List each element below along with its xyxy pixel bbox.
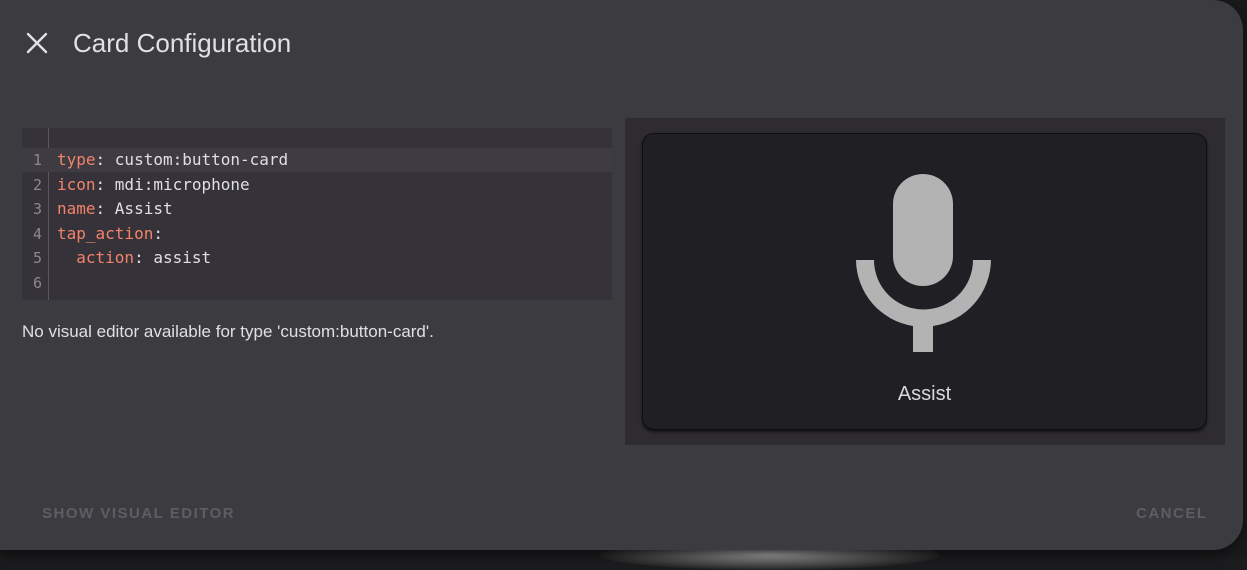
line-number: 4 <box>32 224 42 243</box>
assist-button-card[interactable]: Assist <box>642 133 1207 430</box>
code-line[interactable]: 4 tap_action: <box>22 222 612 246</box>
yaml-separator: : <box>95 199 115 218</box>
yaml-key: action <box>76 248 135 267</box>
yaml-separator: : <box>95 150 115 169</box>
card-configuration-dialog: Card Configuration 1 type: custom:button-… <box>0 0 1243 550</box>
code-text: icon: mdi:microphone <box>57 173 250 197</box>
line-number: 6 <box>32 273 42 292</box>
code-text: action: assist <box>57 246 211 270</box>
microphone-icon <box>856 174 991 352</box>
line-number: 2 <box>32 175 42 194</box>
yaml-value: assist <box>153 248 212 267</box>
code-line[interactable]: 5 action: assist <box>22 246 612 270</box>
code-line[interactable]: 6 <box>22 271 612 295</box>
yaml-key: type <box>57 150 96 169</box>
yaml-value: custom:button-card <box>114 150 289 169</box>
code-text: tap_action: <box>57 222 163 246</box>
dialog-header: Card Configuration <box>0 0 1243 88</box>
yaml-key: tap_action <box>57 223 154 243</box>
cancel-button[interactable]: CANCEL <box>1136 505 1208 522</box>
yaml-key: name <box>57 199 96 218</box>
code-text: type: custom:button-card <box>57 148 288 172</box>
yaml-code-editor[interactable]: 1 type: custom:button-card 2 icon: mdi:micr… <box>22 128 612 300</box>
no-visual-editor-note: No visual editor available for type 'cus… <box>22 322 434 341</box>
line-number: 3 <box>32 200 42 218</box>
show-visual-editor-button[interactable]: SHOW VISUAL EDITOR <box>42 505 235 522</box>
line-number: 5 <box>32 249 42 267</box>
code-line[interactable]: 3 name: Assist <box>22 197 612 221</box>
yaml-value: mdi:microphone <box>114 174 250 194</box>
yaml-key: icon <box>57 174 96 194</box>
code-text: name: Assist <box>57 197 173 221</box>
yaml-separator: : <box>95 174 115 194</box>
dialog-title: Card Configuration <box>73 28 292 58</box>
code-line[interactable]: 1 type: custom:button-card <box>22 148 612 172</box>
code-line[interactable]: 2 icon: mdi:microphone <box>22 173 612 197</box>
card-preview: Assist <box>625 118 1225 445</box>
close-icon <box>26 32 48 54</box>
close-button[interactable] <box>20 26 54 60</box>
yaml-separator: : <box>134 248 154 267</box>
line-number: 1 <box>32 151 42 169</box>
card-name-label: Assist <box>897 383 952 405</box>
yaml-separator: : <box>153 223 163 243</box>
yaml-value: Assist <box>114 199 173 218</box>
